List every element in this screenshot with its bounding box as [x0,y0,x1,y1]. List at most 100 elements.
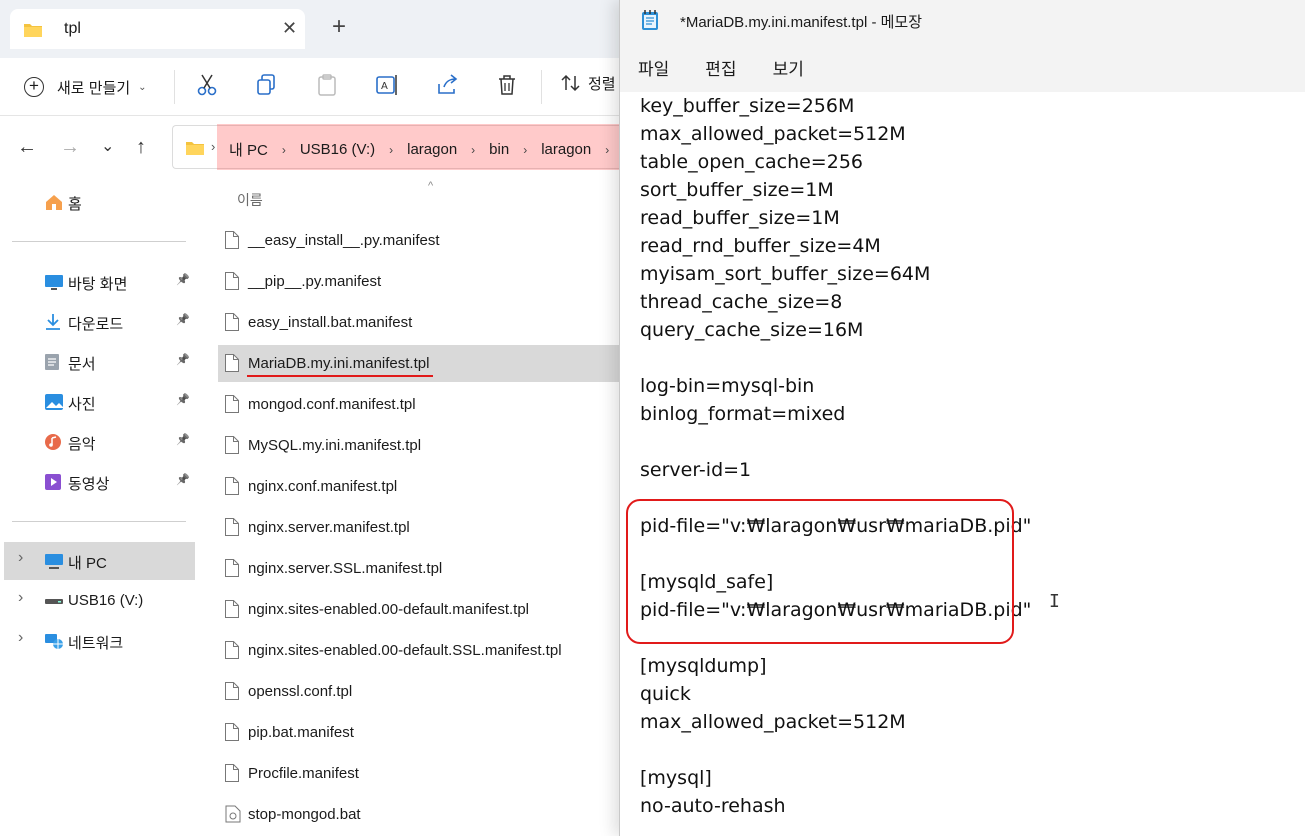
breadcrumb-item[interactable]: USB16 (V:) [300,141,375,158]
file-name: __pip__.py.manifest [248,273,382,290]
forward-arrow-icon[interactable]: → [60,136,80,158]
close-tab-icon[interactable]: ✕ [282,18,297,39]
file-row[interactable]: mongod.conf.manifest.tpl [218,386,640,423]
file-row[interactable]: nginx.conf.manifest.tpl [218,468,640,505]
cut-icon [197,74,217,96]
menu-item[interactable]: 파일 [638,55,669,80]
file-icon [225,395,239,413]
share-icon [438,74,458,94]
file-name: openssl.conf.tpl [248,683,353,700]
paste-button[interactable] [314,72,340,98]
file-row[interactable]: __pip__.py.manifest [218,263,640,300]
nav-item-drive[interactable]: › 네트워크 [4,622,195,660]
back-arrow-icon[interactable]: ← [17,136,37,158]
sort-ascending-icon: ^ [428,180,434,192]
column-header-name[interactable]: 이름 [237,190,263,210]
new-tab-button[interactable]: + [332,15,346,39]
file-row[interactable]: easy_install.bat.manifest [218,304,640,341]
nav-item-quick-access[interactable]: 바탕 화면 📌 [0,263,198,301]
file-icon [225,354,239,372]
breadcrumb-item[interactable]: bin [489,141,509,158]
nav-item-quick-access[interactable]: 동영상 📌 [0,463,198,501]
menu-item[interactable]: 보기 [773,55,804,80]
file-row[interactable]: nginx.server.SSL.manifest.tpl [218,550,640,587]
file-name: MariaDB.my.ini.manifest.tpl [248,355,430,372]
nav-item-drive[interactable]: › 내 PC [4,542,195,580]
file-row[interactable]: Procfile.manifest [218,755,640,792]
chevron-right-icon: › [281,142,286,157]
nav-item-quick-access[interactable]: 문서 📌 [0,343,198,381]
breadcrumb-item[interactable]: laragon [541,141,591,158]
file-row[interactable]: stop-mongod.bat [218,796,640,833]
nav-item-home[interactable]: 홈 [0,183,198,221]
recent-locations-chevron-icon[interactable]: ⌄ [101,136,114,158]
nav-item-label: 바탕 화면 [68,276,128,293]
new-item-button[interactable]: + 새로 만들기 ⌄ [24,70,147,104]
text-line: myisam_sort_buffer_size=64M [640,263,931,285]
text-line: sort_buffer_size=1M [640,179,834,201]
rename-button[interactable]: A [374,72,400,98]
file-row[interactable]: MariaDB.my.ini.manifest.tpl [218,345,640,382]
network-icon [44,632,63,650]
file-name: nginx.sites-enabled.00-default.manifest.… [248,601,530,618]
nav-item-label: 음악 [68,436,96,453]
music-icon [44,433,62,451]
notepad-app-icon [641,9,659,36]
chevron-right-icon: › [605,142,610,157]
breadcrumb-item[interactable]: 내 PC [229,139,268,160]
nav-item-label: 다운로드 [68,316,124,333]
file-row[interactable]: openssl.conf.tpl [218,673,640,710]
file-row[interactable]: nginx.server.manifest.tpl [218,509,640,546]
file-name: mongod.conf.manifest.tpl [248,396,416,413]
file-row[interactable]: nginx.sites-enabled.00-default.SSL.manif… [218,632,640,669]
svg-text:A: A [381,81,388,92]
menu-item[interactable]: 편집 [705,55,736,80]
file-name: nginx.sites-enabled.00-default.SSL.manif… [248,642,562,659]
file-row[interactable]: nginx.sites-enabled.00-default.manifest.… [218,591,640,628]
nav-item-drive[interactable]: › USB16 (V:) [4,582,195,620]
file-row[interactable]: __easy_install__.py.manifest [218,222,640,259]
sort-button[interactable]: 정렬 [560,72,616,94]
nav-item-quick-access[interactable]: 음악 📌 [0,423,198,461]
cut-button[interactable] [194,72,220,98]
copy-button[interactable] [254,72,280,98]
share-button[interactable] [434,72,460,98]
chevron-right-icon[interactable]: › [18,589,23,607]
text-editor[interactable]: key_buffer_size=256M max_allowed_packet=5… [620,92,1305,836]
pid-file-highlight-box [626,499,1014,644]
file-name: pip.bat.manifest [248,724,354,741]
file-row[interactable]: pip.bat.manifest [218,714,640,751]
nav-item-quick-access[interactable]: 다운로드 📌 [0,303,198,341]
chevron-right-icon: › [389,142,394,157]
notepad-titlebar: *MariaDB.my.ini.manifest.tpl - 메모장 [620,0,1305,42]
file-icon [225,436,239,454]
tab-tpl[interactable]: tpl ✕ [10,9,305,49]
nav-item-quick-access[interactable]: 사진 📌 [0,383,198,421]
file-icon [225,477,239,495]
file-list: ^ 이름 __easy_install__.py.manifest __pip__… [218,178,640,836]
video-icon [44,473,62,491]
chevron-right-icon[interactable]: › [18,629,23,647]
chevron-right-icon[interactable]: › [18,549,23,567]
chevron-right-icon: › [523,142,528,157]
chevron-right-icon: › [211,139,216,154]
menu-bar: 파일 편집 보기 [620,42,1305,92]
sort-icon [561,74,580,92]
text-line: quick [640,683,691,705]
pictures-icon [44,393,63,411]
file-icon [225,313,239,331]
up-arrow-icon[interactable]: ↑ [136,136,146,158]
navigation-pane: 홈 바탕 화면 📌 다운로드 📌 문서 📌 사진 📌 음악 📌 동영상 📌 › 내 PC › USB16 (… [0,178,198,836]
file-icon [225,600,239,618]
breadcrumb-item[interactable]: laragon [407,141,457,158]
pc-icon [44,552,63,570]
delete-button[interactable] [494,72,520,98]
file-icon [225,764,239,782]
file-icon [225,272,239,290]
text-cursor-icon: I [1049,591,1060,612]
file-name-underline [247,375,433,377]
file-row[interactable]: MySQL.my.ini.manifest.tpl [218,427,640,464]
text-line: read_rnd_buffer_size=4M [640,235,881,257]
tab-bar: tpl ✕ + [0,0,640,58]
plus-icon: + [24,77,44,97]
